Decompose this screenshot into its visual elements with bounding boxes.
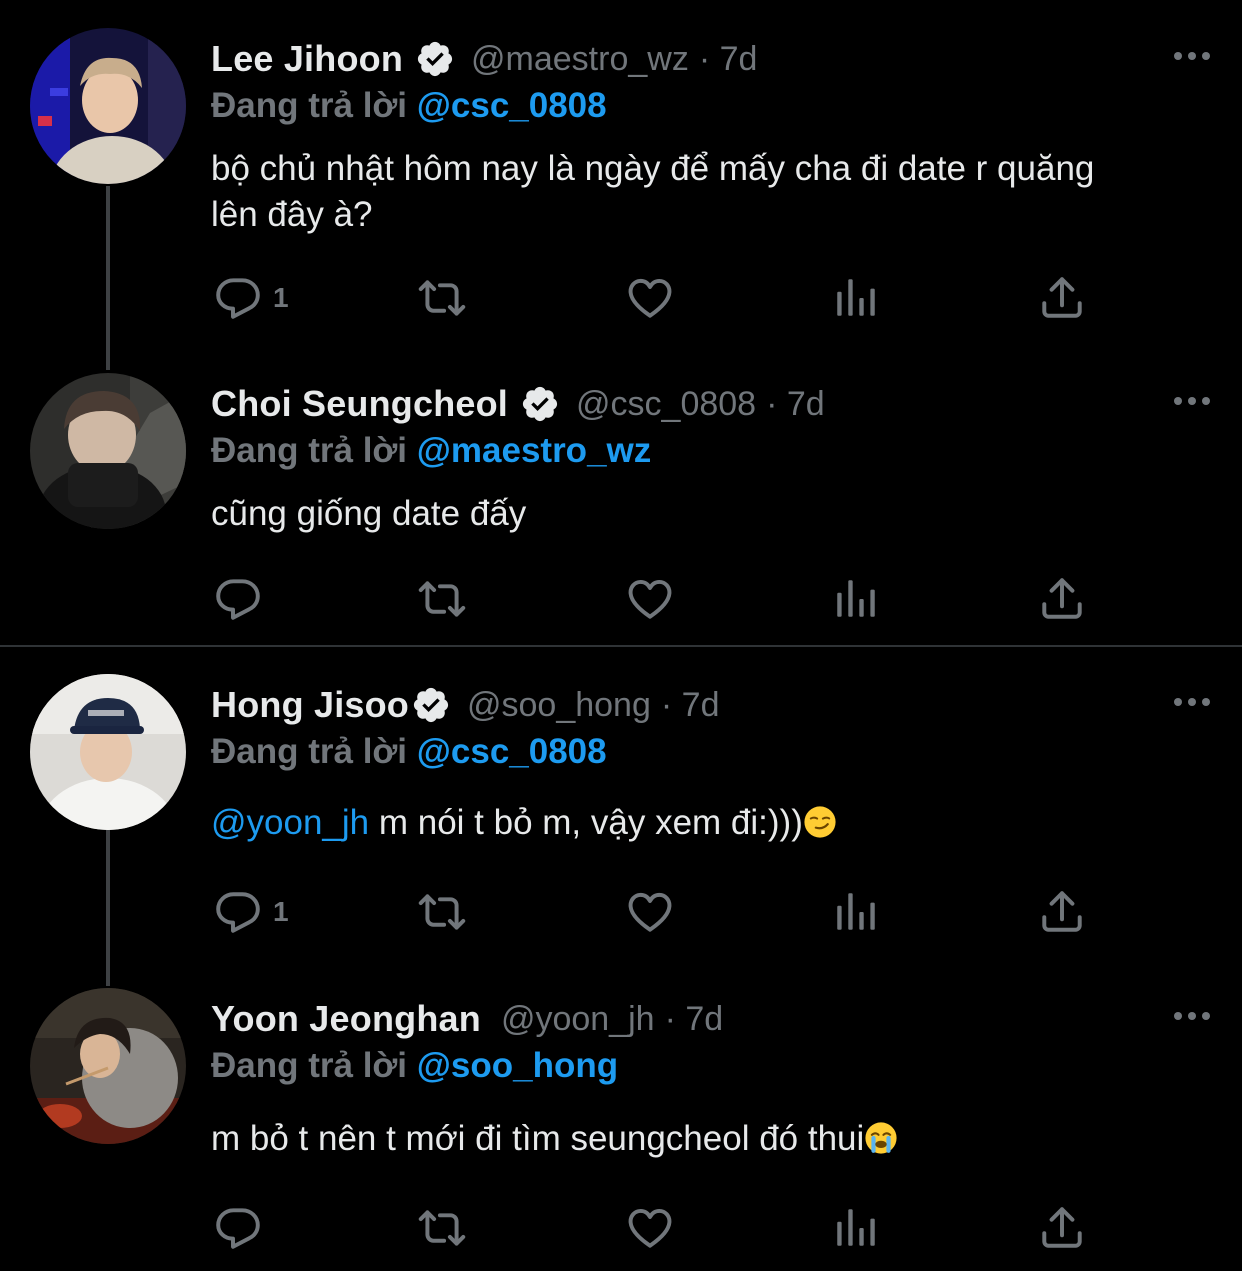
replying-to-mention[interactable]: @csc_0808 bbox=[417, 732, 607, 771]
analytics-icon bbox=[831, 1203, 881, 1253]
timestamp[interactable]: · 7d bbox=[661, 686, 720, 725]
reply-icon bbox=[213, 887, 263, 937]
like-icon bbox=[625, 887, 675, 937]
share-icon bbox=[1037, 1203, 1087, 1253]
retweet-button[interactable] bbox=[417, 1198, 467, 1258]
reply-icon bbox=[213, 1203, 263, 1253]
thread-line bbox=[106, 186, 110, 370]
reply-button[interactable] bbox=[213, 1198, 263, 1258]
reply-count: 1 bbox=[273, 896, 289, 927]
display-name[interactable]: Yoon Jeonghan bbox=[211, 998, 481, 1040]
timestamp[interactable]: · 7d bbox=[766, 385, 825, 424]
text-mention[interactable]: @yoon_jh bbox=[211, 803, 369, 842]
tweet-hong-jisoo[interactable]: Hong Jisoo @soo_hong · 7d Đang trả lời @… bbox=[0, 646, 1242, 986]
reply-count: 1 bbox=[273, 282, 289, 313]
analytics-button[interactable] bbox=[831, 268, 881, 328]
user-handle[interactable]: @soo_hong bbox=[467, 686, 651, 725]
share-icon bbox=[1037, 273, 1087, 323]
yoon-jeonghan-avatar[interactable] bbox=[30, 988, 186, 1144]
action-bar: 1 bbox=[211, 882, 1111, 942]
replying-to-label: Đang trả lời bbox=[211, 732, 408, 771]
analytics-icon bbox=[831, 887, 881, 937]
reply-icon bbox=[213, 574, 263, 624]
tweet-yoon-jeonghan[interactable]: Yoon Jeonghan @yoon_jh · 7d Đang trả lời… bbox=[0, 960, 1242, 1271]
like-icon bbox=[625, 574, 675, 624]
share-icon bbox=[1037, 574, 1087, 624]
like-button[interactable] bbox=[625, 268, 675, 328]
choi-seungcheol-avatar[interactable] bbox=[30, 373, 186, 529]
display-name[interactable]: Choi Seungcheol bbox=[211, 383, 508, 425]
tweet-text: m bỏ t nên t mới đi tìm seungcheol đó th… bbox=[211, 1116, 1191, 1162]
smirk-emoji bbox=[803, 805, 837, 839]
timestamp[interactable]: · 7d bbox=[699, 40, 758, 79]
more-options-icon[interactable] bbox=[1172, 690, 1212, 714]
tweet-choi-seungcheol[interactable]: Choi Seungcheol @csc_0808 · 7d Đang trả … bbox=[0, 345, 1242, 645]
retweet-button[interactable] bbox=[417, 569, 467, 629]
retweet-button[interactable] bbox=[417, 882, 467, 942]
reply-icon bbox=[213, 273, 263, 323]
action-bar bbox=[211, 1198, 1111, 1258]
like-button[interactable] bbox=[625, 569, 675, 629]
share-icon bbox=[1037, 887, 1087, 937]
tweet-text: cũng giống date đấy bbox=[211, 494, 527, 533]
like-button[interactable] bbox=[625, 1198, 675, 1258]
timestamp[interactable]: · 7d bbox=[665, 1000, 724, 1039]
tweet-text: @yoon_jh m nói t bỏ m, vậy xem đi:))) bbox=[211, 800, 1191, 846]
like-icon bbox=[625, 1203, 675, 1253]
analytics-button[interactable] bbox=[831, 569, 881, 629]
analytics-icon bbox=[831, 273, 881, 323]
retweet-icon bbox=[417, 887, 467, 937]
analytics-icon bbox=[831, 574, 881, 624]
replying-to-label: Đang trả lời bbox=[211, 431, 408, 470]
tweet-lee-jihoon[interactable]: Lee Jihoon @maestro_wz · 7d Đang trả lời… bbox=[0, 0, 1242, 370]
hong-jisoo-avatar[interactable] bbox=[30, 674, 186, 830]
retweet-icon bbox=[417, 574, 467, 624]
user-handle[interactable]: @yoon_jh bbox=[501, 1000, 655, 1039]
retweet-icon bbox=[417, 273, 467, 323]
tweet-text-content: m bỏ t nên t mới đi tìm seungcheol đó th… bbox=[211, 1119, 865, 1158]
verified-badge-icon bbox=[411, 685, 451, 725]
crying-emoji bbox=[864, 1121, 898, 1155]
reply-button[interactable] bbox=[213, 569, 263, 629]
action-bar: 1 bbox=[211, 268, 1111, 328]
tweet-text: bộ chủ nhật hôm nay là ngày để mấy cha đ… bbox=[211, 149, 1095, 234]
user-handle[interactable]: @csc_0808 bbox=[576, 385, 756, 424]
replying-to-label: Đang trả lời bbox=[211, 86, 408, 125]
replying-to: Đang trả lời @csc_0808 bbox=[211, 732, 607, 772]
reply-button[interactable]: 1 bbox=[213, 882, 289, 942]
reply-button[interactable]: 1 bbox=[213, 268, 289, 328]
share-button[interactable] bbox=[1037, 268, 1087, 328]
tweet-text-content: m nói t bỏ m, vậy xem đi:))) bbox=[369, 803, 803, 842]
retweet-button[interactable] bbox=[417, 268, 467, 328]
replying-to-mention[interactable]: @csc_0808 bbox=[417, 86, 607, 125]
more-options-icon[interactable] bbox=[1172, 44, 1212, 68]
replying-to: Đang trả lời @csc_0808 bbox=[211, 86, 607, 126]
lee-jihoon-avatar[interactable] bbox=[30, 28, 186, 184]
more-options-icon[interactable] bbox=[1172, 1004, 1212, 1028]
replying-to: Đang trả lời @maestro_wz bbox=[211, 431, 651, 471]
display-name[interactable]: Lee Jihoon bbox=[211, 38, 403, 80]
share-button[interactable] bbox=[1037, 1198, 1087, 1258]
verified-badge-icon bbox=[415, 39, 455, 79]
analytics-button[interactable] bbox=[831, 882, 881, 942]
verified-badge-icon bbox=[520, 384, 560, 424]
more-options-icon[interactable] bbox=[1172, 389, 1212, 413]
action-bar bbox=[211, 569, 1111, 629]
replying-to-mention[interactable]: @soo_hong bbox=[417, 1046, 618, 1085]
replying-to: Đang trả lời @soo_hong bbox=[211, 1046, 618, 1086]
share-button[interactable] bbox=[1037, 569, 1087, 629]
display-name[interactable]: Hong Jisoo bbox=[211, 684, 409, 726]
like-button[interactable] bbox=[625, 882, 675, 942]
share-button[interactable] bbox=[1037, 882, 1087, 942]
like-icon bbox=[625, 273, 675, 323]
user-handle[interactable]: @maestro_wz bbox=[471, 40, 689, 79]
replying-to-label: Đang trả lời bbox=[211, 1046, 408, 1085]
analytics-button[interactable] bbox=[831, 1198, 881, 1258]
retweet-icon bbox=[417, 1203, 467, 1253]
replying-to-mention[interactable]: @maestro_wz bbox=[417, 431, 652, 470]
